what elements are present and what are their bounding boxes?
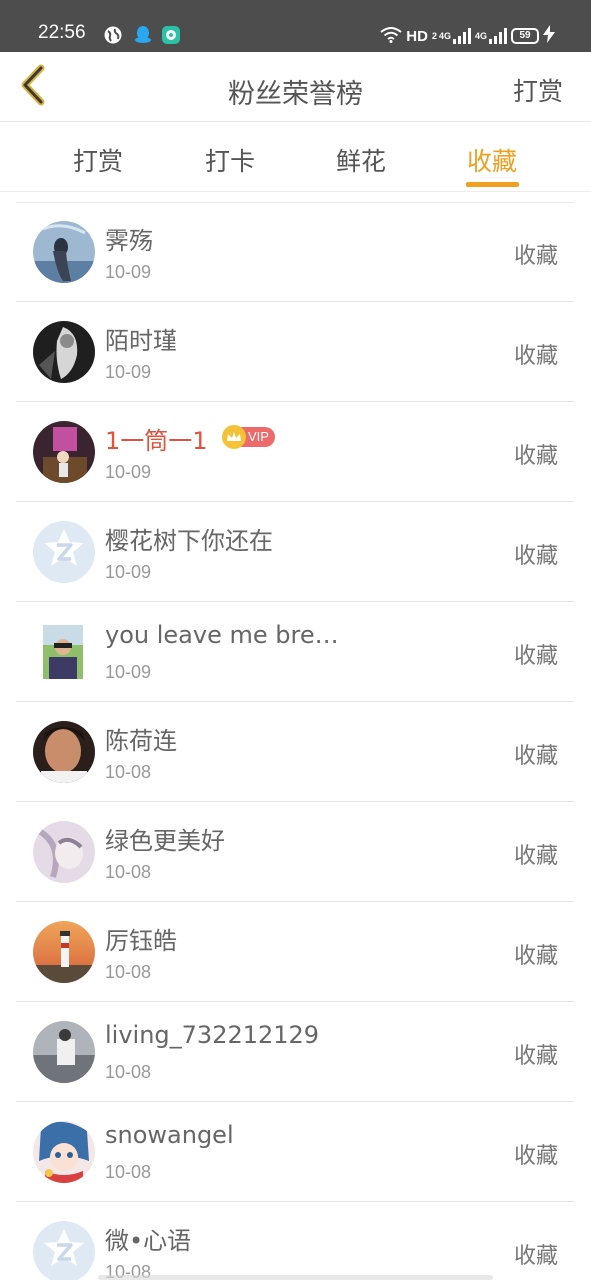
hd-label: HD: [406, 27, 428, 45]
list-item[interactable]: 绿色更美好 10-08 收藏: [16, 802, 574, 902]
fan-action: 收藏: [513, 1144, 558, 1169]
charging-icon: [543, 24, 555, 48]
fan-name: 陌时瑾: [105, 327, 177, 355]
avatar[interactable]: [33, 721, 95, 783]
fan-name: 樱花树下你还在: [105, 527, 273, 555]
list-item[interactable]: 樱花树下你还在 10-09 收藏: [16, 502, 574, 602]
qq-icon: [133, 25, 153, 45]
fan-action: 收藏: [513, 1044, 558, 1069]
avatar[interactable]: [33, 1021, 95, 1083]
avatar[interactable]: [33, 321, 95, 383]
hd-sub: 2: [431, 30, 437, 41]
list-item[interactable]: 厉钰皓 10-08 收藏: [16, 902, 574, 1002]
fan-date: 10-09: [105, 362, 152, 382]
avatar[interactable]: [33, 1121, 95, 1183]
fan-name: 厉钰皓: [105, 927, 177, 955]
tab-checkin[interactable]: 打卡: [190, 142, 270, 178]
avatar[interactable]: [33, 421, 95, 483]
fan-date: 10-08: [105, 862, 152, 882]
list-item[interactable]: 陌时瑾 10-09 收藏: [16, 302, 574, 402]
fan-action: 收藏: [513, 944, 558, 969]
fan-action: 收藏: [513, 244, 558, 269]
fan-action: 收藏: [513, 444, 558, 469]
avatar[interactable]: [33, 921, 95, 983]
fan-action: 收藏: [513, 644, 558, 669]
fan-name: 绿色更美好: [105, 827, 225, 855]
fan-date: 10-09: [105, 462, 152, 482]
scroll-indicator: [98, 1275, 493, 1280]
fan-name: 陈荷连: [105, 727, 177, 755]
fan-action: 收藏: [513, 344, 558, 369]
signal-icon: [452, 28, 471, 44]
page-title: 粉丝荣誉榜: [228, 79, 363, 110]
nav-bar: 粉丝荣誉榜 打赏: [0, 52, 591, 122]
fan-date: 10-09: [105, 662, 152, 682]
fan-action: 收藏: [513, 844, 558, 869]
tab-bar: 打赏 打卡 鲜花 收藏: [0, 122, 591, 192]
vip-badge: VIP: [222, 425, 275, 449]
fan-action: 收藏: [513, 544, 558, 569]
fan-date: 10-08: [105, 1162, 152, 1182]
fan-date: 10-08: [105, 762, 152, 782]
list-item[interactable]: 陈荷连 10-08 收藏: [16, 702, 574, 802]
status-time: 22:56: [38, 22, 86, 43]
tab-reward[interactable]: 打赏: [58, 142, 138, 178]
list-item[interactable]: living_732212129 10-08 收藏: [16, 1002, 574, 1102]
avatar[interactable]: [33, 1221, 95, 1280]
signal-icon-2: [489, 28, 507, 44]
avatar[interactable]: [33, 221, 95, 283]
network-label-2: 4G: [474, 30, 487, 41]
fan-name: you leave me brea...: [105, 621, 345, 649]
list-item[interactable]: you leave me brea... 10-09 收藏: [16, 602, 574, 702]
crown-icon: [222, 425, 246, 449]
chat-app-icon: [161, 25, 181, 45]
fan-date: 10-09: [105, 562, 152, 582]
tab-flowers[interactable]: 鲜花: [321, 142, 401, 178]
status-bar: 22:56 HD 2 4G 4G 59: [0, 0, 591, 52]
fan-name: living_732212129: [105, 1021, 320, 1049]
list-item[interactable]: 1一筒一1 VIP 10-09 收藏: [16, 402, 574, 502]
fan-action: 收藏: [513, 1244, 558, 1269]
fan-name: snowangel: [105, 1121, 234, 1149]
fan-name: 霁殇: [105, 227, 153, 255]
avatar[interactable]: [33, 821, 95, 883]
status-right-group: HD 2 4G 4G 59: [380, 24, 555, 48]
fan-date: 10-09: [105, 262, 152, 282]
globe-icon: [103, 25, 123, 45]
fan-name: 1一筒一1: [105, 427, 208, 455]
tab-active-indicator: [466, 182, 519, 187]
avatar[interactable]: [33, 621, 95, 683]
fan-date: 10-08: [105, 1062, 152, 1082]
avatar[interactable]: [33, 521, 95, 583]
list-item[interactable]: 微•心语 10-08 收藏: [16, 1202, 574, 1280]
fan-name: 微•心语: [105, 1227, 192, 1255]
reward-button[interactable]: 打赏: [513, 72, 563, 108]
fan-action: 收藏: [513, 744, 558, 769]
list-item[interactable]: 霁殇 10-09 收藏: [16, 202, 574, 302]
tab-favorites[interactable]: 收藏: [452, 142, 532, 178]
list-item[interactable]: snowangel 10-08 收藏: [16, 1102, 574, 1202]
wifi-icon: [380, 26, 402, 46]
battery-icon: 59: [511, 28, 539, 44]
fan-date: 10-08: [105, 962, 152, 982]
network-label-1: 4G: [438, 30, 451, 41]
